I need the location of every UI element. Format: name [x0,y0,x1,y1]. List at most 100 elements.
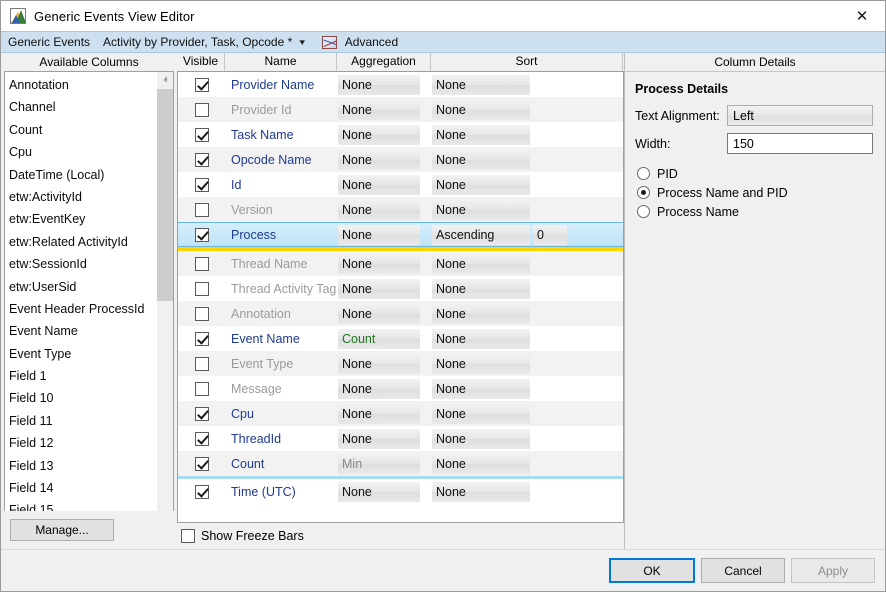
available-columns-list[interactable]: AnnotationChannelCountCpuDateTime (Local… [5,72,156,511]
sort-select[interactable]: Noneⱟ [432,304,530,324]
grid-row[interactable]: Thread Activity TagNoneⱟNoneⱟ [178,276,623,301]
aggregation-select[interactable]: Noneⱟ [338,404,420,424]
aggregation-select[interactable]: Noneⱟ [338,379,420,399]
sort-select[interactable]: Noneⱟ [432,329,530,349]
visible-checkbox[interactable] [195,128,209,142]
available-columns-listbox[interactable]: AnnotationChannelCountCpuDateTime (Local… [4,71,174,511]
width-input[interactable]: 150 [727,133,873,154]
grid-row[interactable]: Opcode NameNoneⱟNoneⱟ [178,147,623,172]
manage-button[interactable]: Manage... [10,519,114,541]
sort-select[interactable]: Noneⱟ [432,429,530,449]
available-column-item[interactable]: Channel [8,96,156,118]
scrollbar-thumb[interactable] [157,89,174,301]
text-alignment-select[interactable]: Left ⱟ [727,105,873,126]
grid-row[interactable]: IdNoneⱟNoneⱟ [178,172,623,197]
aggregation-select[interactable]: Noneⱟ [338,150,420,170]
grid-row[interactable]: ThreadIdNoneⱟNoneⱟ [178,426,623,451]
chevron-down-icon[interactable]: ▾ [300,37,306,48]
available-column-item[interactable]: Field 12 [8,432,156,454]
grid-row[interactable]: Event NameCountⱟNoneⱟ [178,326,623,351]
sort-select[interactable]: Noneⱟ [432,279,530,299]
aggregation-select[interactable]: Noneⱟ [338,75,420,95]
grid-row[interactable]: Task NameNoneⱟNoneⱟ [178,122,623,147]
grid-row[interactable]: Thread NameNoneⱟNoneⱟ [178,251,623,276]
available-column-item[interactable]: etw:EventKey [8,208,156,230]
columns-grid-body[interactable]: Provider NameNoneⱟNoneⱟProvider IdNoneⱟN… [177,71,624,523]
scroll-up-icon[interactable]: ⱏ [157,72,174,89]
visible-cell[interactable] [178,332,226,346]
available-column-item[interactable]: Cpu [8,141,156,163]
show-freeze-bars-row[interactable]: Show Freeze Bars [177,523,624,549]
visible-checkbox[interactable] [195,332,209,346]
available-column-item[interactable]: etw:Related ActivityId [8,231,156,253]
visible-checkbox[interactable] [195,357,209,371]
visible-checkbox[interactable] [195,407,209,421]
toolbar-view-name[interactable]: Activity by Provider, Task, Opcode * [103,35,292,49]
grid-row[interactable]: VersionNoneⱟNoneⱟ [178,197,623,222]
radio-button[interactable] [637,167,650,180]
aggregation-select[interactable]: Noneⱟ [338,279,420,299]
available-column-item[interactable]: Annotation [8,74,156,96]
radio-button[interactable] [637,186,650,199]
sort-order-select[interactable]: 0ⱟ [533,225,567,245]
aggregation-select[interactable]: Noneⱟ [338,304,420,324]
radio-option-2[interactable]: Process Name [635,202,873,221]
grid-row[interactable]: Provider IdNoneⱟNoneⱟ [178,97,623,122]
grid-row[interactable]: MessageNoneⱟNoneⱟ [178,376,623,401]
visible-cell[interactable] [178,153,226,167]
available-column-item[interactable]: Field 1 [8,365,156,387]
grid-row[interactable]: ProcessNoneⱟAscendingⱟ0ⱟ [178,222,623,247]
sort-select[interactable]: Ascendingⱟ [432,225,530,245]
visible-checkbox[interactable] [195,282,209,296]
visible-checkbox[interactable] [195,178,209,192]
visible-cell[interactable] [178,382,226,396]
sort-select[interactable]: Noneⱟ [432,200,530,220]
sort-select[interactable]: Noneⱟ [432,100,530,120]
visible-checkbox[interactable] [195,153,209,167]
process-display-radio-group[interactable]: PIDProcess Name and PIDProcess Name [635,164,873,221]
available-column-item[interactable]: etw:SessionId [8,253,156,275]
available-columns-scrollbar[interactable]: ⱏ ⱟ [156,72,173,511]
grid-row[interactable]: AnnotationNoneⱟNoneⱟ [178,301,623,326]
available-column-item[interactable]: etw:ActivityId [8,186,156,208]
grid-row[interactable]: CpuNoneⱟNoneⱟ [178,401,623,426]
available-column-item[interactable]: Event Header ProcessId [8,298,156,320]
available-column-item[interactable]: Field 14 [8,477,156,499]
grid-row[interactable]: Time (UTC)NoneⱟNoneⱟ [178,479,623,504]
aggregation-select[interactable]: Noneⱟ [338,482,420,502]
available-column-item[interactable]: Event Name [8,320,156,342]
sort-select[interactable]: Noneⱟ [432,254,530,274]
sort-select[interactable]: Noneⱟ [432,354,530,374]
cancel-button[interactable]: Cancel [701,558,785,583]
sort-select[interactable]: Noneⱟ [432,175,530,195]
visible-checkbox[interactable] [195,457,209,471]
aggregation-select[interactable]: Noneⱟ [338,125,420,145]
visible-checkbox[interactable] [195,103,209,117]
aggregation-select[interactable]: Noneⱟ [338,354,420,374]
visible-cell[interactable] [178,357,226,371]
scroll-down-icon[interactable]: ⱟ [157,494,174,511]
ok-button[interactable]: OK [609,558,695,583]
aggregation-select[interactable]: Noneⱟ [338,100,420,120]
visible-checkbox[interactable] [195,228,209,242]
aggregation-select[interactable]: Noneⱟ [338,200,420,220]
visible-cell[interactable] [178,432,226,446]
sort-select[interactable]: Noneⱟ [432,482,530,502]
visible-cell[interactable] [178,228,226,242]
available-column-item[interactable]: DateTime (Local) [8,164,156,186]
radio-option-1[interactable]: Process Name and PID [635,183,873,202]
aggregation-select[interactable]: Noneⱟ [338,429,420,449]
available-column-item[interactable]: Count [8,119,156,141]
aggregation-select[interactable]: Countⱟ [338,329,420,349]
visible-cell[interactable] [178,257,226,271]
sort-select[interactable]: Noneⱟ [432,404,530,424]
grid-row[interactable]: CountMinⱟNoneⱟ [178,451,623,476]
advanced-chart-icon[interactable] [322,36,337,49]
available-column-item[interactable]: Field 15 [8,499,156,511]
radio-button[interactable] [637,205,650,218]
available-column-item[interactable]: Field 10 [8,387,156,409]
visible-cell[interactable] [178,78,226,92]
available-column-item[interactable]: Field 13 [8,455,156,477]
visible-cell[interactable] [178,282,226,296]
available-column-item[interactable]: Event Type [8,343,156,365]
